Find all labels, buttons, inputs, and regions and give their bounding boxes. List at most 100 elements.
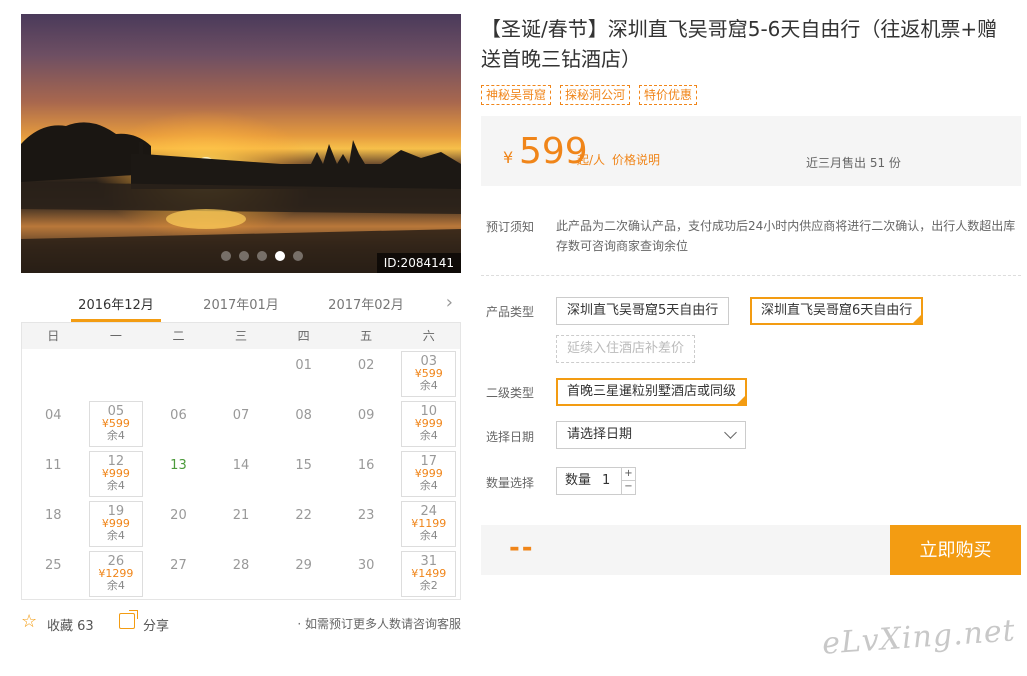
calendar-week-row: 18 19 ¥999 余4 20 21 22 23 24 ¥1199 余4 (22, 499, 460, 549)
weekday-label: 六 (422, 329, 435, 343)
currency-symbol: ¥ (503, 148, 514, 167)
calendar-day: 21 (210, 499, 273, 549)
calendar-weekday-header: 日一二三四五六 (22, 323, 460, 349)
tab-month-jan[interactable]: 2017年01月 (196, 294, 286, 313)
day-number: 07 (232, 408, 250, 423)
calendar-day: 06 (147, 399, 210, 449)
day-number: 21 (232, 508, 250, 523)
notice-text: 此产品为二次确认产品，支付成功后24小时内供应商将进行二次确认，出行人数超出库存… (556, 219, 1016, 253)
tag-angkor[interactable]: 神秘吴哥窟 (481, 85, 552, 105)
day-remaining: 余4 (106, 479, 125, 492)
product-id-badge: ID:2084141 (376, 253, 461, 273)
chevron-right-icon[interactable]: › (446, 292, 453, 313)
product-type-label: 产品类型 (486, 305, 535, 319)
calendar-day-available[interactable]: 05 ¥599 余4 (85, 399, 148, 449)
calendar-week-row: 01 02 03 ¥599 余4 (22, 349, 460, 399)
type-option-6day[interactable]: 深圳直飞吴哥窟6天自由行 (750, 297, 924, 325)
carousel-dot[interactable] (221, 251, 231, 261)
subtype-option-villa[interactable]: 首晚三星暹粒别墅酒店或同级 (556, 378, 748, 406)
share-button[interactable]: 分享 (143, 615, 169, 634)
day-number: 28 (232, 558, 250, 573)
tag-mekong[interactable]: 探秘洞公河 (560, 85, 631, 105)
day-remaining: 余4 (106, 429, 125, 442)
total-price-placeholder: -- (509, 533, 535, 563)
day-remaining: 余2 (419, 579, 438, 592)
calendar-day: 04 (22, 399, 85, 449)
type-option-5day[interactable]: 深圳直飞吴哥窟5天自由行 (556, 297, 730, 325)
day-number: 20 (170, 508, 187, 523)
calendar-day: 20 (147, 499, 210, 549)
tab-month-dec[interactable]: 2016年12月 (71, 294, 161, 313)
price-unit: 起/人 (577, 153, 606, 167)
buy-now-button[interactable]: 立即购买 (890, 525, 1021, 575)
calendar-day-available[interactable]: 24 ¥1199 余4 (397, 499, 460, 549)
calendar-day-available[interactable]: 03 ¥599 余4 (397, 349, 460, 399)
day-number: 22 (295, 508, 312, 523)
calendar-day: 08 (272, 399, 335, 449)
type-option-hotel-extension[interactable]: 延续入住酒店补差价 (556, 335, 696, 363)
calendar-day-available[interactable]: 19 ¥999 余4 (85, 499, 148, 549)
day-remaining: 余4 (419, 379, 438, 392)
notice-label: 预订须知 (486, 220, 535, 234)
calendar-day-available[interactable]: 12 ¥999 余4 (85, 449, 148, 499)
date-label: 选择日期 (486, 430, 535, 444)
calendar-day: 18 (22, 499, 85, 549)
quantity-minus-button[interactable]: − (621, 481, 635, 494)
weekday-label: 四 (297, 329, 310, 343)
calendar-day-available[interactable]: 26 ¥1299 余4 (85, 549, 148, 599)
day-number: 29 (295, 558, 312, 573)
calendar-day: 29 (272, 549, 335, 599)
day-number: 08 (295, 408, 312, 423)
day-number: 06 (170, 408, 187, 423)
purchase-bar: -- 立即购买 (481, 525, 1021, 575)
calendar-day: 07 (210, 399, 273, 449)
carousel-dots (221, 251, 303, 261)
calendar-day: 14 (210, 449, 273, 499)
calendar-day-available[interactable]: 17 ¥999 余4 (397, 449, 460, 499)
calendar-day (22, 349, 85, 399)
calendar-day: 23 (335, 499, 398, 549)
date-select[interactable]: 请选择日期 (556, 421, 746, 449)
day-number: 04 (45, 408, 62, 423)
calendar-day: 25 (22, 549, 85, 599)
calendar-day: 09 (335, 399, 398, 449)
sold-count: 近三月售出 51 份 (806, 156, 901, 170)
day-number: 09 (357, 408, 375, 423)
carousel-dot[interactable] (257, 251, 267, 261)
weekday-label: 五 (360, 329, 373, 343)
quantity-plus-button[interactable]: + (621, 468, 635, 481)
calendar-day: 30 (335, 549, 398, 599)
calendar-week-row: 25 26 ¥1299 余4 27 28 29 30 31 ¥1499 余2 (22, 549, 460, 599)
day-number: 15 (295, 458, 312, 473)
calendar-day: 22 (272, 499, 335, 549)
quantity-value[interactable]: 1 (602, 468, 610, 494)
star-icon[interactable]: ☆ (21, 612, 37, 632)
calendar-day (85, 349, 148, 399)
product-title: 【圣诞/春节】深圳直飞吴哥窟5-6天自由行（往返机票+赠送首晚三钻酒店） (481, 17, 998, 71)
weekday-label: 二 (172, 329, 185, 343)
day-remaining: 余4 (106, 529, 125, 542)
day-number: 23 (357, 508, 375, 523)
carousel-dot[interactable] (239, 251, 249, 261)
tag-special-offer[interactable]: 特价优惠 (639, 85, 698, 105)
carousel-dot[interactable] (275, 251, 285, 261)
day-remaining: 余4 (419, 479, 438, 492)
calendar-week-row: 04 05 ¥599 余4 06 07 08 09 10 ¥999 余4 (22, 399, 460, 449)
calendar-day: 13 (147, 449, 210, 499)
calendar-day (210, 349, 273, 399)
site-watermark: eLvXing.net (821, 613, 1017, 662)
calendar-day: 15 (272, 449, 335, 499)
calendar-day-available[interactable]: 31 ¥1499 余2 (397, 549, 460, 599)
consult-note: · 如需预订更多人数请咨询客服 (297, 617, 461, 631)
hero-image[interactable]: ID:2084141 (21, 14, 461, 273)
calendar-day-available[interactable]: 10 ¥999 余4 (397, 399, 460, 449)
subtype-label: 二级类型 (486, 386, 535, 400)
date-select-value: 请选择日期 (567, 427, 633, 442)
favorite-button[interactable]: 收藏 63 (47, 615, 94, 634)
weekday-label: 日 (47, 329, 60, 343)
tab-month-feb[interactable]: 2017年02月 (321, 294, 411, 313)
share-icon[interactable] (119, 610, 138, 629)
carousel-dot[interactable] (293, 251, 303, 261)
quantity-prefix: 数量 (565, 473, 592, 488)
price-note-link[interactable]: 价格说明 (612, 151, 660, 168)
